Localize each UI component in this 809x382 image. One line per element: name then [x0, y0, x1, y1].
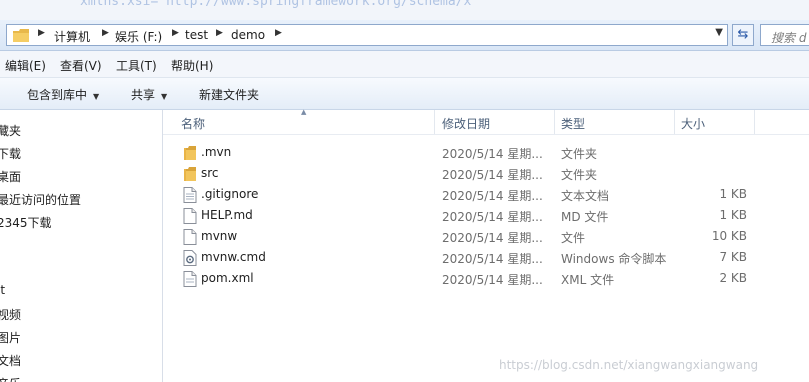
- file-row[interactable]: pom.xml 2020/5/14 星期... XML 文件 2 KB: [163, 269, 809, 290]
- file-type: 文件夹: [561, 147, 598, 161]
- breadcrumb-drive[interactable]: 娱乐 (F:): [115, 28, 162, 45]
- nav-item-it[interactable]: it: [0, 283, 5, 297]
- breadcrumb-separator-icon[interactable]: ▶: [216, 28, 223, 38]
- dropdown-arrow-icon: ▼: [161, 92, 168, 101]
- new-folder-label: 新建文件夹: [199, 88, 260, 102]
- column-divider[interactable]: [434, 110, 435, 134]
- nav-item-downloads[interactable]: 下载: [0, 145, 21, 162]
- column-divider[interactable]: [754, 110, 755, 134]
- folder-icon: [184, 167, 196, 181]
- file-size: 7 KB: [719, 250, 747, 264]
- dropdown-arrow-icon: ▼: [93, 92, 100, 101]
- folder-icon: [184, 146, 196, 160]
- nav-item-videos[interactable]: 视频: [0, 306, 21, 323]
- file-icon: [183, 208, 197, 224]
- breadcrumb-demo[interactable]: demo: [231, 28, 265, 42]
- refresh-button[interactable]: ⇆: [732, 24, 754, 46]
- menu-help[interactable]: 帮助(H): [171, 57, 213, 74]
- file-row[interactable]: .mvn 2020/5/14 星期... 文件夹: [163, 143, 809, 164]
- command-toolbar: 包含到库中 ▼ 共享 ▼ 新建文件夹: [0, 78, 809, 110]
- file-name: HELP.md: [201, 208, 253, 222]
- file-date: 2020/5/14 星期...: [442, 252, 543, 266]
- refresh-icon: ⇆: [737, 27, 749, 42]
- navigation-pane: 藏夹 下载 桌面 最近访问的位置 2345下载 it 视频 图片 文档 音乐: [0, 110, 163, 382]
- file-type: XML 文件: [561, 273, 615, 287]
- file-type: 文件: [561, 231, 586, 245]
- folder-icon: [13, 29, 29, 42]
- search-placeholder: 搜索 d: [771, 31, 807, 45]
- file-row[interactable]: .gitignore 2020/5/14 星期... 文本文档 1 KB: [163, 185, 809, 206]
- column-size[interactable]: 大小: [681, 115, 705, 132]
- file-name: mvnw: [201, 229, 238, 243]
- file-size: 1 KB: [719, 187, 747, 201]
- file-date: 2020/5/14 星期...: [442, 231, 543, 245]
- nav-item-documents[interactable]: 文档: [0, 352, 21, 369]
- address-field[interactable]: ▶ 计算机 ▶ 娱乐 (F:) ▶ test ▶ demo ▶ ▼: [6, 24, 728, 46]
- file-type: 文本文档: [561, 189, 610, 203]
- file-name: mvnw.cmd: [201, 250, 266, 264]
- file-name: .gitignore: [201, 187, 259, 201]
- sort-ascending-icon: ▲: [301, 108, 307, 116]
- file-name: pom.xml: [201, 271, 254, 285]
- nav-item-desktop[interactable]: 桌面: [0, 168, 21, 185]
- file-type: MD 文件: [561, 210, 609, 224]
- background-code-strip: xmlns:xsi="http://www.springframework.or…: [0, 0, 809, 22]
- xml-file-icon: [183, 271, 197, 287]
- address-dropdown-icon[interactable]: ▼: [715, 27, 723, 38]
- file-row[interactable]: src 2020/5/14 星期... 文件夹: [163, 164, 809, 185]
- column-divider[interactable]: [554, 110, 555, 134]
- menu-edit[interactable]: 编辑(E): [5, 57, 46, 74]
- include-in-library-button[interactable]: 包含到库中 ▼: [27, 86, 99, 103]
- search-input[interactable]: 搜索 d: [760, 24, 809, 46]
- new-folder-button[interactable]: 新建文件夹: [199, 86, 259, 103]
- cmd-file-icon: [183, 250, 197, 266]
- file-date: 2020/5/14 星期...: [442, 168, 543, 182]
- breadcrumb-separator-icon[interactable]: ▶: [38, 28, 45, 38]
- share-button[interactable]: 共享 ▼: [131, 86, 167, 103]
- file-size: 1 KB: [719, 208, 747, 222]
- column-type[interactable]: 类型: [561, 115, 585, 132]
- file-size: 2 KB: [719, 271, 747, 285]
- file-list: ▲ 名称 修改日期 类型 大小 .mvn 2020/5/14 星期... 文件夹…: [163, 108, 809, 382]
- file-icon: [183, 229, 197, 245]
- nav-item-favorites[interactable]: 藏夹: [0, 122, 21, 139]
- menu-bar: 编辑(E) 查看(V) 工具(T) 帮助(H): [0, 51, 809, 78]
- file-type: 文件夹: [561, 168, 598, 182]
- file-type: Windows 命令脚本: [561, 252, 667, 266]
- include-in-library-label: 包含到库中: [27, 88, 88, 102]
- breadcrumb-separator-icon[interactable]: ▶: [172, 28, 179, 38]
- menu-tools[interactable]: 工具(T): [116, 57, 157, 74]
- text-file-icon: [183, 187, 197, 203]
- background-code-text: xmlns:xsi="http://www.springframework.or…: [80, 0, 480, 9]
- file-date: 2020/5/14 星期...: [442, 147, 543, 161]
- breadcrumb-test[interactable]: test: [185, 28, 208, 42]
- column-header-row: ▲ 名称 修改日期 类型 大小: [163, 108, 809, 135]
- breadcrumb-separator-icon[interactable]: ▶: [102, 28, 109, 38]
- nav-item-recent-places[interactable]: 最近访问的位置: [0, 191, 81, 208]
- share-label: 共享: [131, 88, 156, 102]
- file-row[interactable]: HELP.md 2020/5/14 星期... MD 文件 1 KB: [163, 206, 809, 227]
- nav-item-2345-downloads[interactable]: 2345下载: [0, 214, 52, 231]
- nav-item-music[interactable]: 音乐: [0, 375, 21, 382]
- menu-view[interactable]: 查看(V): [60, 57, 102, 74]
- address-bar: ▶ 计算机 ▶ 娱乐 (F:) ▶ test ▶ demo ▶ ▼ ⇆ 搜索 d: [0, 20, 809, 51]
- file-name: src: [201, 166, 219, 180]
- file-name: .mvn: [201, 145, 232, 159]
- file-size: 10 KB: [711, 229, 747, 243]
- column-date[interactable]: 修改日期: [442, 115, 490, 132]
- nav-item-pictures[interactable]: 图片: [0, 329, 21, 346]
- file-row[interactable]: mvnw 2020/5/14 星期... 文件 10 KB: [163, 227, 809, 248]
- breadcrumb-separator-icon[interactable]: ▶: [275, 28, 282, 38]
- file-row[interactable]: mvnw.cmd 2020/5/14 星期... Windows 命令脚本 7 …: [163, 248, 809, 269]
- column-name[interactable]: 名称: [181, 115, 205, 132]
- file-date: 2020/5/14 星期...: [442, 273, 543, 287]
- column-divider[interactable]: [674, 110, 675, 134]
- file-date: 2020/5/14 星期...: [442, 189, 543, 203]
- breadcrumb-computer[interactable]: 计算机: [54, 28, 90, 45]
- file-date: 2020/5/14 星期...: [442, 210, 543, 224]
- watermark-text: https://blog.csdn.net/xiangwangxiangwang: [499, 358, 759, 372]
